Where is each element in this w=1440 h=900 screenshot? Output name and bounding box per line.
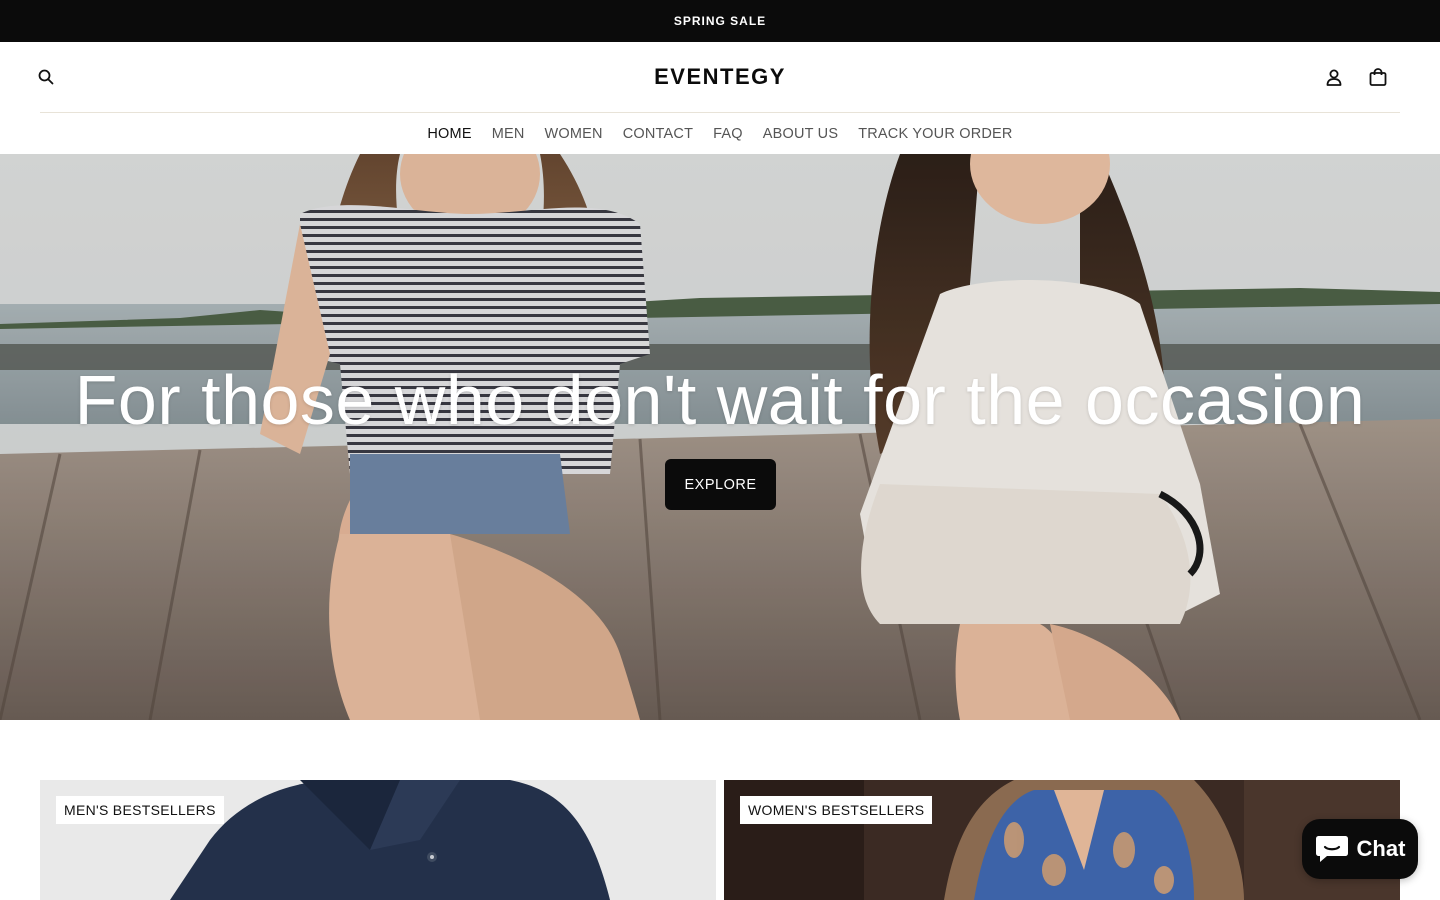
explore-button[interactable]: EXPLORE (665, 459, 776, 510)
nav-item-about-us[interactable]: ABOUT US (763, 126, 838, 142)
collection-grid: MEN'S BESTSELLERS WOMEN'S BESTSELLERS (40, 780, 1400, 900)
nav-item-men[interactable]: MEN (492, 126, 525, 142)
chat-button[interactable]: Chat (1302, 819, 1418, 879)
search-icon (38, 69, 54, 85)
nav-item-faq[interactable]: FAQ (713, 126, 743, 142)
account-button[interactable] (1322, 65, 1346, 89)
nav-item-home[interactable]: HOME (427, 126, 471, 142)
cart-button[interactable] (1366, 65, 1390, 89)
user-icon (1326, 69, 1342, 86)
announcement-bar: SPRING SALE (0, 0, 1440, 42)
collection-label-men: MEN'S BESTSELLERS (56, 796, 224, 824)
main-nav: HOME MEN WOMEN CONTACT FAQ ABOUT US TRAC… (0, 113, 1440, 154)
collection-card-women[interactable]: WOMEN'S BESTSELLERS (724, 780, 1400, 900)
chat-label: Chat (1356, 836, 1406, 861)
hero-banner: For those who don't wait for the occasio… (0, 154, 1440, 720)
collection-card-men[interactable]: MEN'S BESTSELLERS (40, 780, 716, 900)
site-header: EVENTEGY (0, 42, 1440, 112)
hero-title: For those who don't wait for the occasio… (74, 361, 1366, 439)
nav-item-track-order[interactable]: TRACK YOUR ORDER (858, 126, 1012, 142)
nav-item-contact[interactable]: CONTACT (623, 126, 693, 142)
nav-item-women[interactable]: WOMEN (545, 126, 603, 142)
collection-label-women: WOMEN'S BESTSELLERS (740, 796, 933, 824)
shopping-bag-icon (1369, 68, 1387, 86)
chat-bubble-icon (1315, 836, 1348, 862)
announcement-text: SPRING SALE (673, 14, 767, 28)
search-button[interactable] (34, 65, 58, 89)
site-logo[interactable]: EVENTEGY (560, 64, 880, 90)
